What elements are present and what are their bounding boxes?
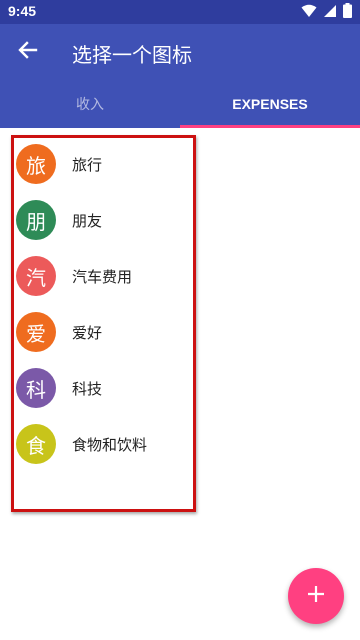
category-label: 科技	[72, 379, 103, 398]
category-item-car-expenses[interactable]: 汽 汽车费用	[0, 248, 200, 304]
tab-income-label: 收入	[76, 96, 104, 112]
tab-expenses[interactable]: EXPENSES	[180, 80, 360, 128]
category-avatar: 朋	[16, 200, 56, 240]
category-avatar: 爱	[16, 312, 56, 352]
app-bar: 选择一个图标	[0, 24, 360, 80]
category-label: 爱好	[72, 323, 103, 342]
add-category-button[interactable]	[288, 568, 344, 624]
category-label: 朋友	[72, 211, 103, 230]
status-icons	[301, 2, 352, 22]
cellular-signal-icon	[323, 3, 337, 22]
plus-icon	[307, 585, 325, 607]
selected-tab-indicator	[180, 125, 360, 128]
back-button[interactable]	[12, 36, 44, 68]
status-bar: 9:45	[0, 0, 360, 24]
category-label: 旅行	[72, 155, 103, 174]
tab-expenses-label: EXPENSES	[232, 96, 308, 112]
category-list: 旅 旅行 朋 朋友 汽 汽车费用 爱 爱好 科 科技 食 食物和饮料	[0, 136, 200, 472]
category-item-technology[interactable]: 科 科技	[0, 360, 200, 416]
category-item-friends[interactable]: 朋 朋友	[0, 192, 200, 248]
category-label: 食物和饮料	[72, 435, 148, 454]
category-label: 汽车费用	[72, 267, 133, 286]
status-time: 9:45	[8, 3, 37, 19]
page-title: 选择一个图标	[72, 43, 192, 67]
category-item-food-and-drinks[interactable]: 食 食物和饮料	[0, 416, 200, 472]
category-avatar: 旅	[16, 144, 56, 184]
category-item-travel[interactable]: 旅 旅行	[0, 136, 200, 192]
wifi-icon	[301, 3, 317, 22]
category-item-hobbies[interactable]: 爱 爱好	[0, 304, 200, 360]
category-avatar: 汽	[16, 256, 56, 296]
battery-icon	[343, 2, 352, 22]
arrow-back-icon	[18, 40, 38, 64]
category-avatar: 科	[16, 368, 56, 408]
category-avatar: 食	[16, 424, 56, 464]
tab-income[interactable]: 收入	[0, 80, 180, 128]
tab-bar: 收入 EXPENSES	[0, 80, 360, 128]
